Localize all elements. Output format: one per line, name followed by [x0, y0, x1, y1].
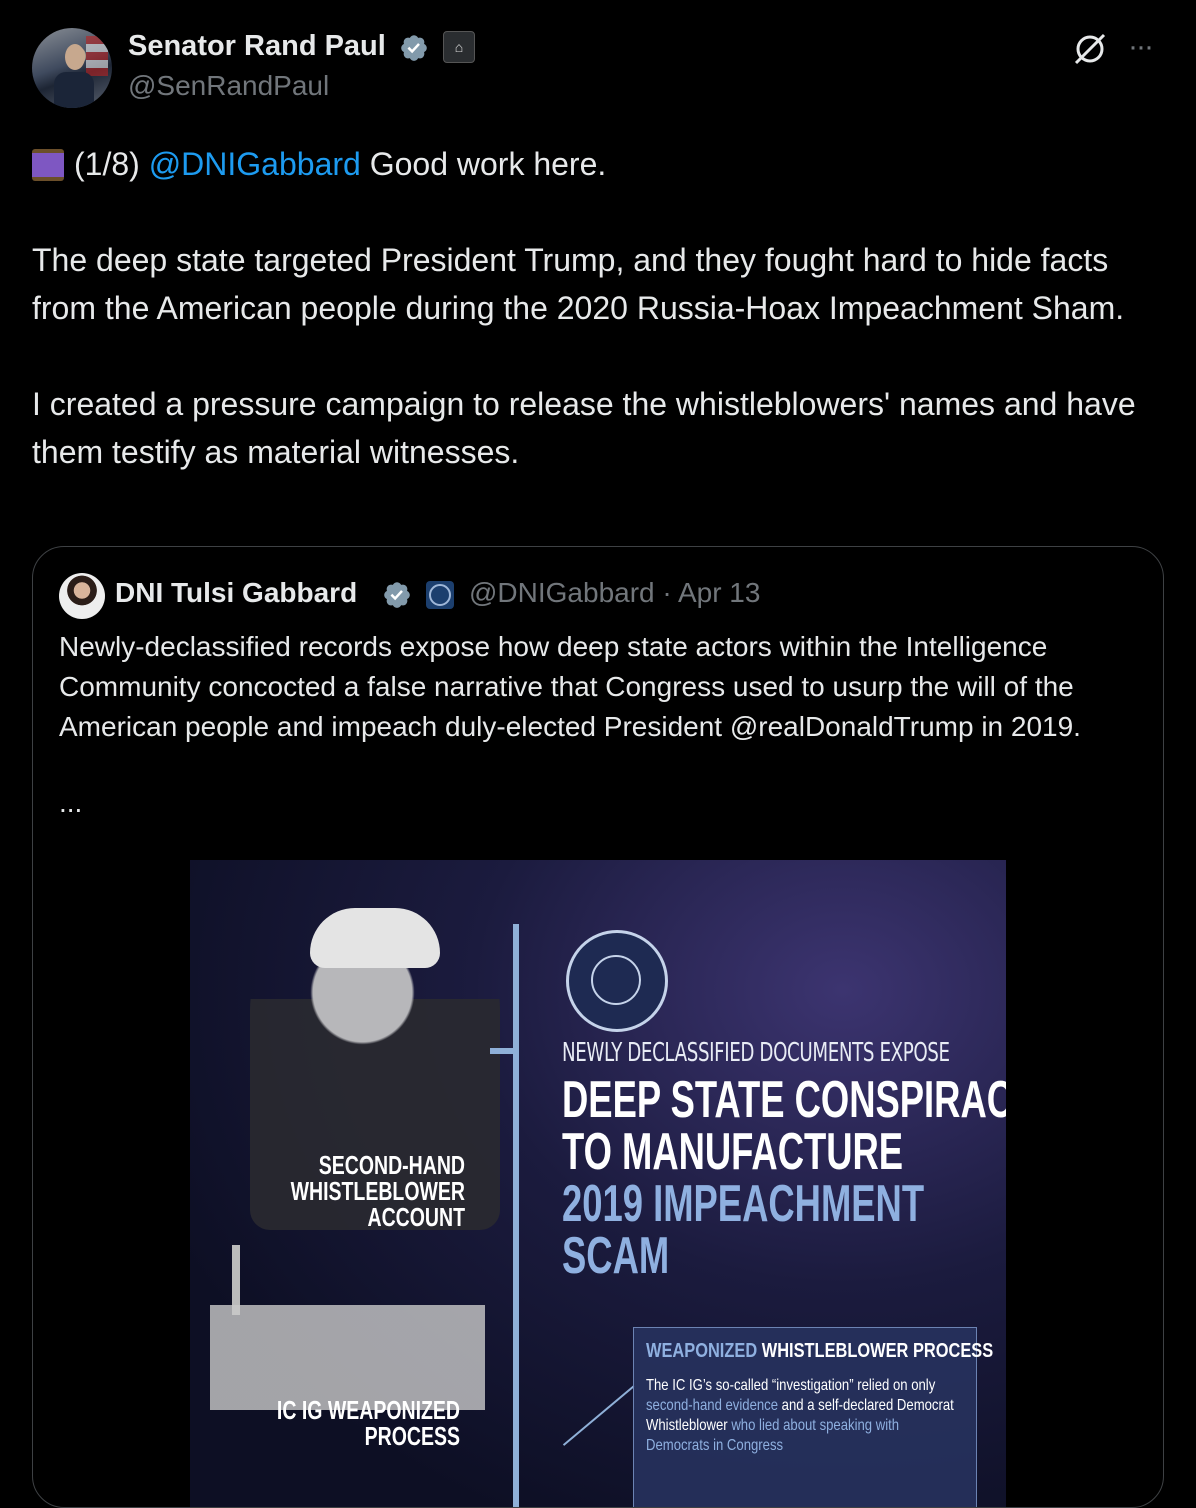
mention-link[interactable]: @DNIGabbard [149, 146, 361, 182]
media-label-bottom: IC IG WEAPONIZED PROCESS [235, 1397, 460, 1449]
author-handle[interactable]: @SenRandPaul [128, 70, 329, 102]
government-badge-icon: ⌂ [443, 31, 475, 63]
panel-body-hl1: second-hand evidence [646, 1397, 779, 1414]
odni-seal-icon [566, 930, 668, 1032]
media-headline-accent: 2019 IMPEACHMENT SCAM [562, 1178, 924, 1282]
media-headline-line2: TO MANUFACTURE [562, 1123, 904, 1181]
label-top-line3: ACCOUNT [367, 1202, 466, 1232]
timeline-line [513, 924, 519, 1507]
media-headline-line3: 2019 IMPEACHMENT [562, 1175, 925, 1233]
grok-icon[interactable] [1070, 29, 1110, 69]
media-headline-line1: DEEP STATE CONSPIRACY [562, 1071, 1006, 1129]
quoted-ellipsis: ... [59, 787, 83, 818]
tweet-text: (1/8) @DNIGabbard Good work here. The de… [32, 140, 1172, 476]
tweet-first-line: (1/8) @DNIGabbard Good work here. [32, 140, 1172, 188]
label-top-line2: WHISTLEBLOWER [290, 1176, 465, 1206]
tweet-line1-suffix: Good work here. [369, 146, 607, 182]
panel-body-1: The IC IG’s so-called “investigation” re… [646, 1377, 936, 1394]
portrait-hair [310, 908, 440, 968]
white-house-image [210, 1260, 485, 1410]
connector-line [562, 1385, 635, 1446]
avatar-suit [54, 72, 94, 108]
label-top-line1: SECOND-HAND [318, 1150, 465, 1180]
media-kicker: NEWLY DECLASSIFIED DOCUMENTS EXPOSE [562, 1038, 950, 1068]
dni-seal-badge-icon [426, 581, 454, 609]
panel-title-accent: WEAPONIZED [646, 1340, 758, 1362]
info-panel: WEAPONIZED WHISTLEBLOWER PROCESS The IC … [633, 1327, 993, 1507]
panel-title: WEAPONIZED WHISTLEBLOWER PROCESS [646, 1340, 993, 1363]
avatar-face [65, 44, 85, 70]
quoted-text: Newly-declassified records expose how de… [59, 631, 1081, 742]
author-avatar[interactable] [32, 28, 112, 108]
author-display-name[interactable]: Senator Rand Paul [128, 28, 386, 64]
media-headline: DEEP STATE CONSPIRACY TO MANUFACTURE [562, 1074, 1006, 1178]
thread-count: (1/8) [74, 146, 140, 182]
verified-badge-icon [401, 35, 427, 61]
label-bottom-line2: PROCESS [364, 1421, 460, 1451]
quoted-author-avatar[interactable] [59, 573, 105, 619]
timeline-tick [490, 1048, 515, 1054]
thread-emoji-icon [32, 149, 64, 181]
flag-shape [86, 36, 108, 76]
media-headline-line4: SCAM [562, 1227, 670, 1285]
label-bottom-line1: IC IG WEAPONIZED [276, 1395, 460, 1425]
panel-body: The IC IG’s so-called “investigation” re… [646, 1376, 966, 1456]
quoted-handle-date[interactable]: @DNIGabbard · Apr 13 [469, 577, 760, 609]
media-label-top: SECOND-HAND WHISTLEBLOWER ACCOUNT [244, 1152, 465, 1230]
more-options-icon[interactable]: ··· [1128, 30, 1154, 64]
tweet-paragraph-3: I created a pressure campaign to release… [32, 386, 1136, 470]
quoted-tweet[interactable]: DNI Tulsi Gabbard @DNIGabbard · Apr 13 N… [32, 546, 1164, 1508]
panel-title-rest: WHISTLEBLOWER PROCESS [761, 1340, 994, 1362]
quoted-media-image[interactable]: NEWLY DECLASSIFIED DOCUMENTS EXPOSE DEEP… [190, 860, 1006, 1507]
quoted-author-name[interactable]: DNI Tulsi Gabbard [115, 577, 357, 609]
verified-badge-icon [384, 582, 410, 608]
tweet-paragraph-2: The deep state targeted President Trump,… [32, 242, 1125, 326]
